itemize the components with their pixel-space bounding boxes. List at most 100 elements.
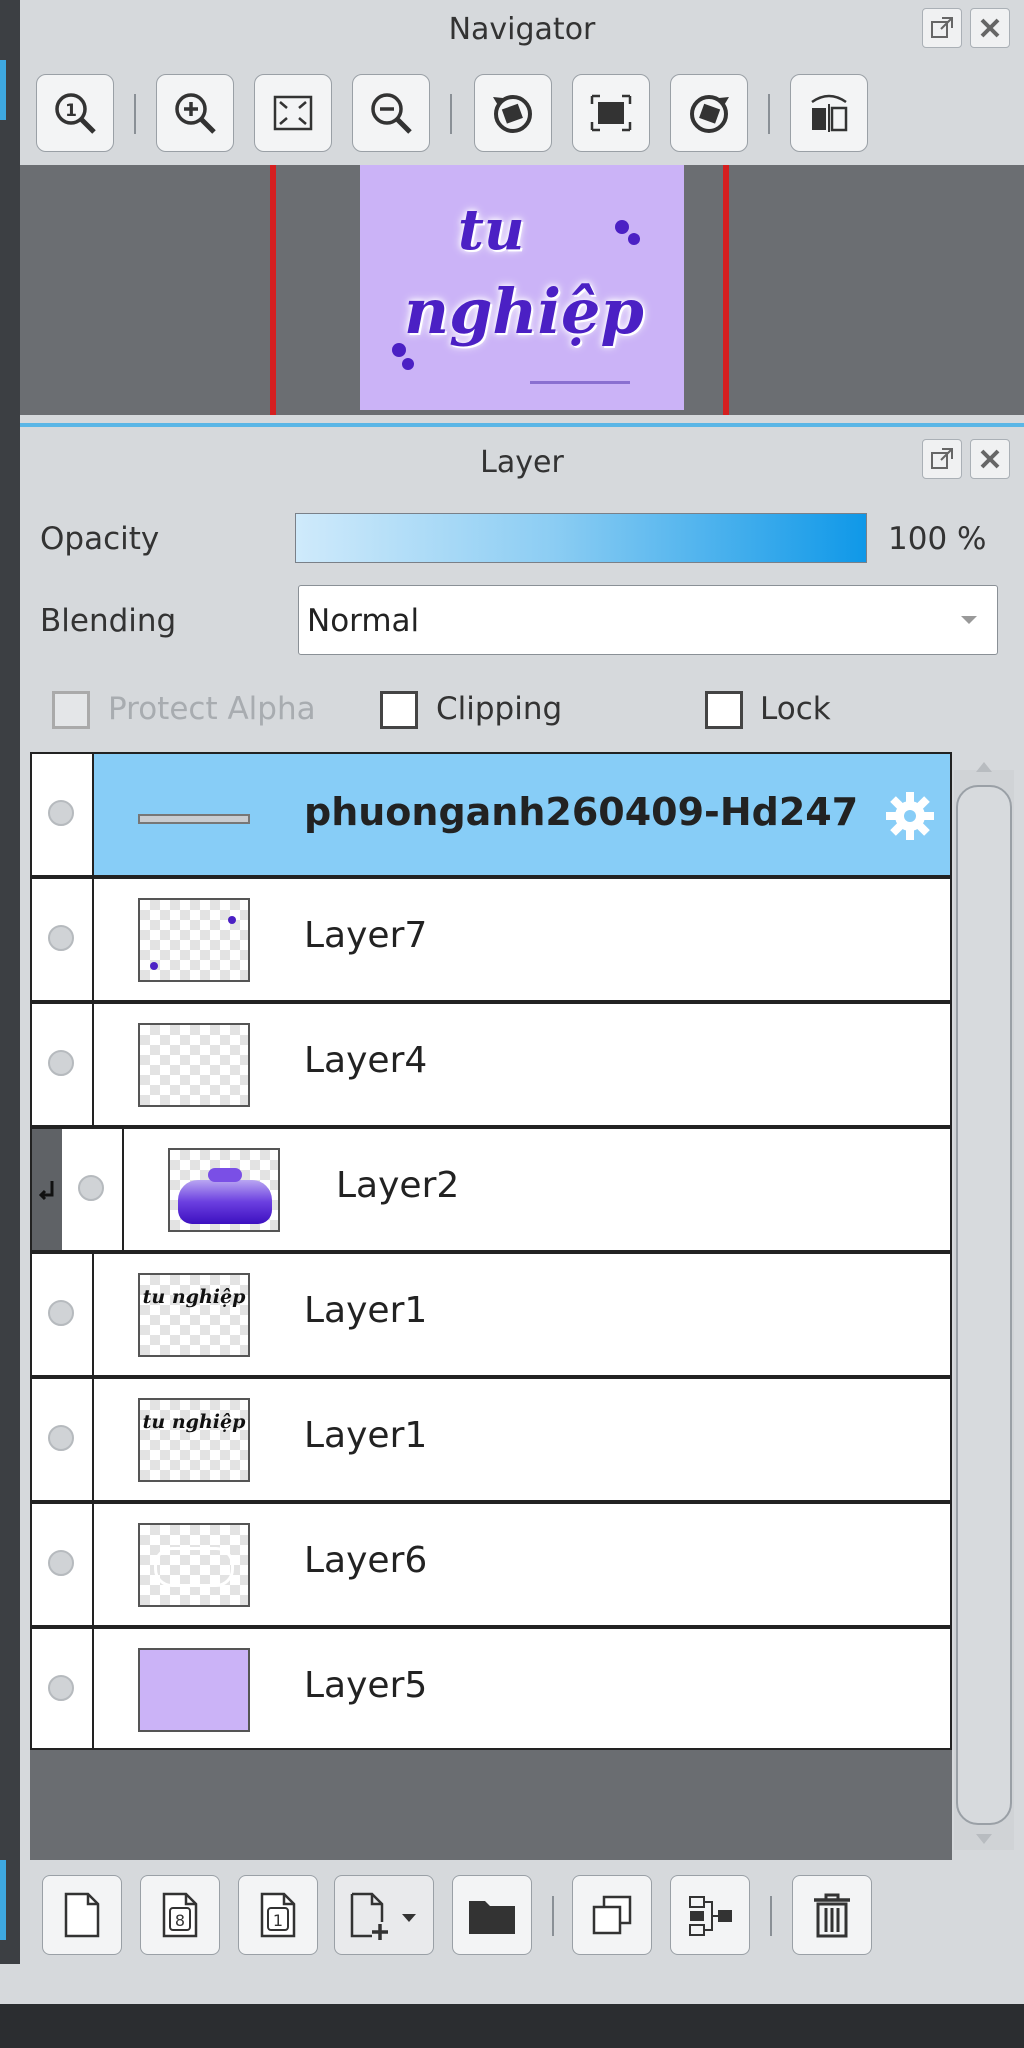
- taskbar-edge: [0, 2004, 1024, 2048]
- layer-row[interactable]: Layer6: [30, 1502, 952, 1627]
- layer-panel-title: Layer: [480, 445, 564, 480]
- left-edge-strip: [0, 0, 20, 2048]
- rotate-left-icon: [493, 95, 532, 133]
- toolbar-separator: [450, 94, 452, 134]
- layer-row-clipped[interactable]: Layer2: [30, 1127, 952, 1252]
- add-layer-menu-icon: [350, 1892, 416, 1940]
- layer-row-folder[interactable]: phuonganh260409-Hd247: [30, 752, 952, 877]
- toolbar-separator: [552, 1896, 554, 1936]
- visibility-dot-icon: [78, 1175, 104, 1201]
- reset-view-icon: [590, 94, 632, 132]
- visibility-dot-icon: [48, 1050, 74, 1076]
- layer-scrollbar-thumb[interactable]: [956, 785, 1012, 1825]
- layer-visibility-toggle[interactable]: [62, 1129, 124, 1250]
- actual-size-icon: 1: [55, 93, 96, 134]
- zoom-in-button[interactable]: [156, 74, 234, 152]
- merge-down-button[interactable]: [670, 1875, 750, 1955]
- svg-text:1: 1: [65, 101, 77, 121]
- folder-icon: [469, 1901, 515, 1934]
- layer-row[interactable]: tu nghiệp Layer1: [30, 1377, 952, 1502]
- opacity-label: Opacity: [40, 521, 160, 557]
- protect-alpha-checkbox[interactable]: [52, 691, 90, 729]
- scroll-down-arrow-icon[interactable]: [972, 1832, 996, 1848]
- layer-name: Layer4: [304, 1040, 428, 1081]
- view-bounds-right: [723, 165, 729, 415]
- close-icon: [980, 449, 1000, 469]
- new-1bit-layer-button[interactable]: 1: [238, 1875, 318, 1955]
- panel-divider: [20, 423, 1024, 427]
- layer-name: Layer5: [304, 1665, 428, 1706]
- layer-visibility-toggle[interactable]: [32, 879, 94, 1000]
- thumb-text: tu nghiệp: [142, 1286, 246, 1308]
- thumb-gradient-shape: [208, 1168, 242, 1182]
- folder-settings-gear-icon[interactable]: [882, 788, 938, 844]
- flip-horizontal-button[interactable]: [790, 74, 868, 152]
- lock-label: Lock: [760, 691, 831, 727]
- layer-row[interactable]: Layer7: [30, 877, 952, 1002]
- thumb-dot: [150, 962, 158, 970]
- rotate-right-icon: [690, 95, 729, 133]
- layer-row[interactable]: Layer4: [30, 1002, 952, 1127]
- close-icon: [980, 18, 1000, 38]
- visibility-dot-icon: [48, 925, 74, 951]
- visibility-dot-icon: [48, 1550, 74, 1576]
- scroll-up-arrow-icon[interactable]: [972, 758, 996, 774]
- decor-dot: [392, 343, 406, 357]
- add-layer-menu-button[interactable]: [334, 1875, 434, 1955]
- duplicate-layer-button[interactable]: [572, 1875, 652, 1955]
- layer-thumbnail: tu nghiệp: [138, 1273, 250, 1357]
- fit-window-button[interactable]: [254, 74, 332, 152]
- actual-size-button[interactable]: 1: [36, 74, 114, 152]
- new-8bit-layer-button[interactable]: 8: [140, 1875, 220, 1955]
- visibility-dot-icon: [48, 1300, 74, 1326]
- layer-name: Layer6: [304, 1540, 428, 1581]
- layer-visibility-toggle[interactable]: [32, 754, 94, 875]
- blending-select[interactable]: Normal: [298, 585, 998, 655]
- layer-visibility-toggle[interactable]: [32, 1254, 94, 1375]
- new-layer-icon: [64, 1892, 100, 1938]
- new-folder-button[interactable]: [452, 1875, 532, 1955]
- canvas-thumbnail: tu nghiệp: [360, 165, 684, 410]
- blending-value: Normal: [307, 603, 420, 639]
- layer-thumbnail: tu nghiệp: [138, 1398, 250, 1482]
- zoom-out-button[interactable]: [352, 74, 430, 152]
- reset-view-button[interactable]: [572, 74, 650, 152]
- visibility-dot-icon: [48, 800, 74, 826]
- layer-thumbnail: [168, 1148, 280, 1232]
- lock-checkbox[interactable]: [705, 691, 743, 729]
- layer-thumbnail: [138, 898, 250, 982]
- navigator-title: Navigator: [448, 12, 596, 47]
- delete-layer-button[interactable]: [792, 1875, 872, 1955]
- layer-visibility-toggle[interactable]: [32, 1629, 94, 1748]
- status-strip: [0, 1964, 1024, 2004]
- visibility-dot-icon: [48, 1425, 74, 1451]
- clipping-checkbox[interactable]: [380, 691, 418, 729]
- detach-icon: [931, 448, 953, 469]
- clipping-indicator: [32, 1129, 62, 1250]
- rotate-left-button[interactable]: [474, 74, 552, 152]
- protect-alpha-label: Protect Alpha: [108, 691, 316, 727]
- navigator-close-button[interactable]: [970, 8, 1010, 48]
- folder-icon: [138, 814, 250, 824]
- layer-name: Layer7: [304, 915, 428, 956]
- layer-panel-detach-button[interactable]: [922, 439, 962, 479]
- opacity-value: 100 %: [888, 521, 987, 557]
- new-layer-button[interactable]: [42, 1875, 122, 1955]
- layer-panel-close-button[interactable]: [970, 439, 1010, 479]
- preview-text-line2: nghiệp: [404, 275, 644, 348]
- edge-accent-top: [0, 60, 6, 120]
- clipping-label: Clipping: [436, 691, 563, 727]
- decor-dot: [615, 220, 629, 234]
- layer-name: Layer2: [336, 1165, 460, 1206]
- navigator-preview[interactable]: tu nghiệp: [20, 165, 1024, 415]
- layer-visibility-toggle[interactable]: [32, 1379, 94, 1500]
- navigator-detach-button[interactable]: [922, 8, 962, 48]
- layer-row[interactable]: tu nghiệp Layer1: [30, 1252, 952, 1377]
- layer-thumbnail: [138, 1648, 250, 1732]
- layer-visibility-toggle[interactable]: [32, 1504, 94, 1625]
- opacity-slider[interactable]: [295, 513, 867, 563]
- rotate-right-button[interactable]: [670, 74, 748, 152]
- layer-visibility-toggle[interactable]: [32, 1004, 94, 1125]
- zoom-out-icon: [371, 93, 412, 134]
- layer-row[interactable]: Layer5: [30, 1627, 952, 1750]
